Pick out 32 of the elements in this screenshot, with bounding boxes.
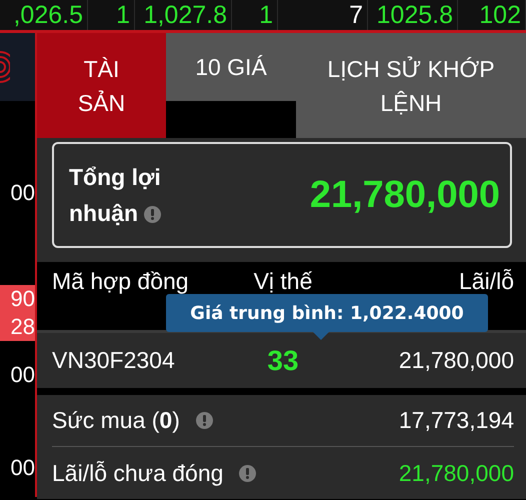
detail-label: Lãi/lỗ chưa đóng bbox=[52, 458, 224, 488]
info-icon[interactable] bbox=[196, 412, 213, 429]
detail-value: 17,773,194 bbox=[398, 406, 514, 436]
info-icon[interactable] bbox=[144, 206, 162, 224]
column-header: Vị thế bbox=[252, 268, 314, 294]
price-tag: 28 bbox=[0, 313, 35, 341]
ticker-cell: 1 bbox=[88, 0, 135, 30]
summary-label: Tổng lợi nhuận bbox=[69, 163, 162, 228]
ticker-cell: 1 bbox=[232, 0, 278, 30]
tab[interactable]: 10 GIÁ bbox=[166, 33, 296, 101]
column-header: Lãi/lỗ bbox=[458, 268, 514, 294]
table-cell-text: VN30F2304 bbox=[52, 346, 176, 376]
summary-value: 21,780,000 bbox=[310, 172, 500, 218]
price-text: 00 bbox=[10, 454, 35, 482]
ticker-cell: 7 bbox=[278, 0, 368, 30]
tab[interactable]: TÀI SẢN bbox=[37, 33, 166, 138]
info-icon[interactable] bbox=[239, 464, 256, 482]
column-header: Mã hợp đồng bbox=[52, 268, 190, 294]
tab[interactable]: LỊCH SỬ KHỚP LỆNH bbox=[296, 33, 526, 138]
table-cell-text: 21,780,000 bbox=[398, 346, 514, 376]
price-text: 00 bbox=[10, 361, 35, 389]
logo-icon bbox=[0, 51, 10, 83]
ticker-cell: 102 bbox=[458, 0, 526, 30]
tooltip-arrow bbox=[313, 332, 329, 340]
ticker-cell: ,026.5 bbox=[0, 0, 88, 30]
ticker-cell: 1025.8 bbox=[368, 0, 458, 30]
table-cell-text: 33 bbox=[266, 344, 300, 378]
price-text: 00 bbox=[10, 179, 35, 207]
price-tag: 90 bbox=[0, 285, 35, 313]
ticker-cell: 1,027.8 bbox=[135, 0, 232, 30]
detail-value: 21,780,000 bbox=[398, 458, 514, 488]
detail-label: Sức mua (0) bbox=[52, 406, 180, 436]
